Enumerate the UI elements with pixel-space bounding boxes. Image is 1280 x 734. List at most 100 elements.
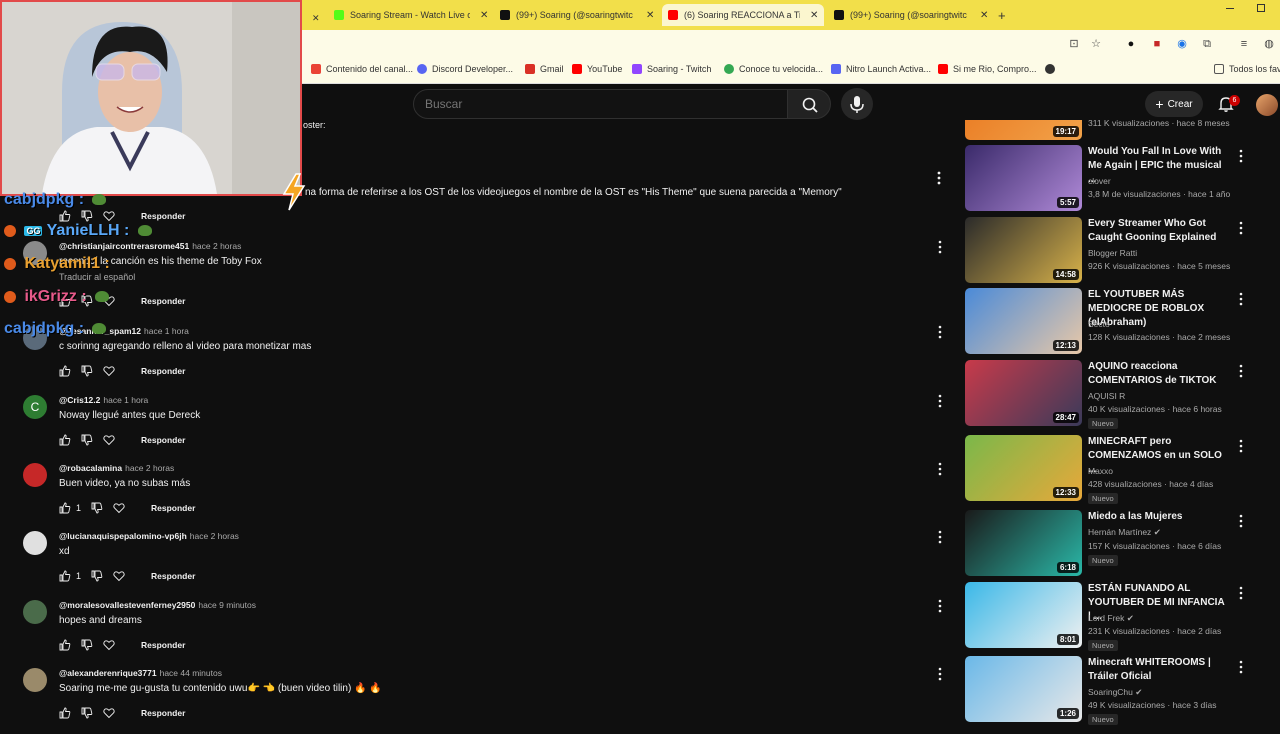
comment-time[interactable]: hace 44 minutos [160,668,222,678]
browser-tab[interactable]: Soaring Stream - Watch Live o ✕ [334,4,488,26]
thumbs-up-icon[interactable] [59,707,71,719]
recommended-video[interactable]: 1:26 Minecraft WHITEROOMS | Tráiler Ofic… [964,656,1264,725]
reply-button[interactable]: Responder [141,296,185,306]
thumbs-down-icon[interactable] [81,365,93,377]
heart-icon[interactable] [113,570,125,582]
recommended-video[interactable]: 12:13 EL YOUTUBER MÁS MEDIOCRE DE ROBLOX… [964,288,1264,356]
comment-author[interactable]: @robacalamina [59,463,122,473]
recommended-video[interactable]: 12:33 MINECRAFT pero COMENZAMOS en un SO… [964,435,1264,504]
bookmark-item[interactable]: Si me Rio, Compro... [938,64,1037,74]
video-channel[interactable]: Blogger Ratti [1088,248,1137,258]
extension-icon[interactable]: ■ [1150,37,1164,51]
thumbs-down-icon[interactable] [91,502,103,514]
browser-tab-active[interactable]: (6) Soaring REACCIONA a TikT ✕ [662,4,825,26]
reply-button[interactable]: Responder [141,435,185,445]
heart-icon[interactable] [103,707,115,719]
translate-link[interactable]: Traducir al español [59,272,135,282]
heart-icon[interactable] [103,210,115,222]
video-title[interactable]: Miedo a las Mujeres [1088,510,1228,524]
reply-button[interactable]: Responder [141,211,185,221]
bookmark-item[interactable]: Soaring - Twitch [632,64,711,74]
comment-time[interactable]: hace 9 minutos [198,600,256,610]
bookmark-item[interactable]: Gmail [525,64,564,74]
thumbs-up-icon[interactable] [59,570,71,582]
video-channel[interactable]: Secto [1088,319,1110,329]
thumbs-up-icon[interactable] [59,365,71,377]
video-channel[interactable]: SoaringChu ✔ [1088,687,1142,698]
comment-author[interactable]: @Cris12.2 [59,395,100,405]
browser-tab[interactable]: (99+) Soaring (@soaringtwitc ✕ [500,4,654,26]
more-options-icon[interactable] [1238,149,1244,163]
minimize-icon[interactable] [1226,8,1234,9]
video-thumbnail[interactable]: 14:58 [965,217,1082,283]
thumbs-up-icon[interactable] [59,210,71,222]
profile-icon[interactable]: ◍ [1262,37,1276,51]
close-tab-icon[interactable]: ✕ [480,10,488,21]
more-options-icon[interactable] [937,530,943,544]
bookmark-item[interactable]: Contenido del canal... [311,64,413,74]
commenter-avatar[interactable]: C [23,395,47,419]
close-tab-icon[interactable]: ✕ [646,10,654,21]
video-thumbnail[interactable]: 12:13 [965,288,1082,354]
new-tab-button[interactable]: + [998,4,1006,26]
thumbs-down-icon[interactable] [81,434,93,446]
comment-time[interactable]: hace 2 horas [190,531,239,541]
video-thumbnail[interactable]: 8:01 [965,582,1082,648]
video-thumbnail[interactable]: 5:57 [965,145,1082,211]
more-options-icon[interactable] [937,599,943,613]
thumbs-up-icon[interactable] [59,434,71,446]
bookmark-item[interactable]: Nitro Launch Activa... [831,64,931,74]
video-thumbnail[interactable]: 12:33 [965,435,1082,501]
bookmark-star-icon[interactable]: ☆ [1089,37,1103,51]
heart-icon[interactable] [113,502,125,514]
video-title[interactable]: Minecraft WHITEROOMS | Tráiler Oficial [1088,656,1228,684]
comment-author[interactable]: @moralesovallestevenferney2950 [59,600,195,610]
video-thumbnail[interactable]: 1:26 [965,656,1082,722]
close-tab-icon-left[interactable]: ✕ [312,7,320,29]
heart-icon[interactable] [103,639,115,651]
video-title[interactable]: Every Streamer Who Got Caught Gooning Ex… [1088,217,1228,245]
commenter-avatar[interactable] [23,668,47,692]
more-options-icon[interactable] [1238,586,1244,600]
thumbs-down-icon[interactable] [81,707,93,719]
more-options-icon[interactable] [937,240,943,254]
thumbs-up-icon[interactable] [59,639,71,651]
all-bookmarks-folder[interactable]: Todos los fav [1214,64,1280,74]
more-options-icon[interactable] [937,394,943,408]
more-options-icon[interactable] [1238,221,1244,235]
commenter-avatar[interactable] [23,463,47,487]
install-app-icon[interactable]: ⊡ [1067,37,1081,51]
video-title[interactable]: AQUINO reacciona COMENTARIOS de TIKTOK [1088,360,1228,388]
video-channel[interactable]: Maxxo [1088,466,1113,476]
thumbs-down-icon[interactable] [81,639,93,651]
video-thumbnail[interactable]: 6:18 [965,510,1082,576]
bookmark-item[interactable]: Discord Developer... [417,64,513,74]
recommended-video[interactable]: 28:47 AQUINO reacciona COMENTARIOS de TI… [964,360,1264,429]
comment-time[interactable]: hace 1 hora [144,326,189,336]
comment-author[interactable]: @christianjaircontrerasrome451 [59,241,189,251]
heart-icon[interactable] [103,365,115,377]
extensions-puzzle-icon[interactable]: ⧉ [1200,37,1214,51]
more-options-icon[interactable] [1238,514,1244,528]
comment-time[interactable]: hace 2 horas [125,463,174,473]
bookmark-item[interactable]: Conoce tu velocida... [724,64,823,74]
browser-tab[interactable]: (99+) Soaring (@soaringtwitc ✕ [834,4,988,26]
video-channel[interactable]: AQUISI R [1088,391,1125,401]
comment-author[interactable]: @lucianaquispepalomino-vp6jh [59,531,187,541]
voice-search-button[interactable] [841,88,873,120]
video-thumbnail[interactable]: 19:17 [965,120,1082,140]
extension-icon[interactable]: ● [1124,37,1138,51]
more-options-icon[interactable] [1238,292,1244,306]
commenter-avatar[interactable] [23,600,47,624]
close-tab-icon[interactable]: ✕ [980,10,988,21]
thumbs-down-icon[interactable] [81,210,93,222]
url-omnibox[interactable] [300,33,1110,55]
user-avatar[interactable] [1256,94,1278,116]
close-tab-icon[interactable]: ✕ [810,10,818,21]
more-options-icon[interactable] [937,667,943,681]
bookmark-item[interactable] [1045,64,1060,74]
comment-time[interactable]: hace 1 hora [103,395,148,405]
recommended-video[interactable]: 6:18 Miedo a las Mujeres Hernán Martínez… [964,510,1264,578]
recommended-video[interactable]: 14:58 Every Streamer Who Got Caught Goon… [964,217,1264,285]
reply-button[interactable]: Responder [141,366,185,376]
